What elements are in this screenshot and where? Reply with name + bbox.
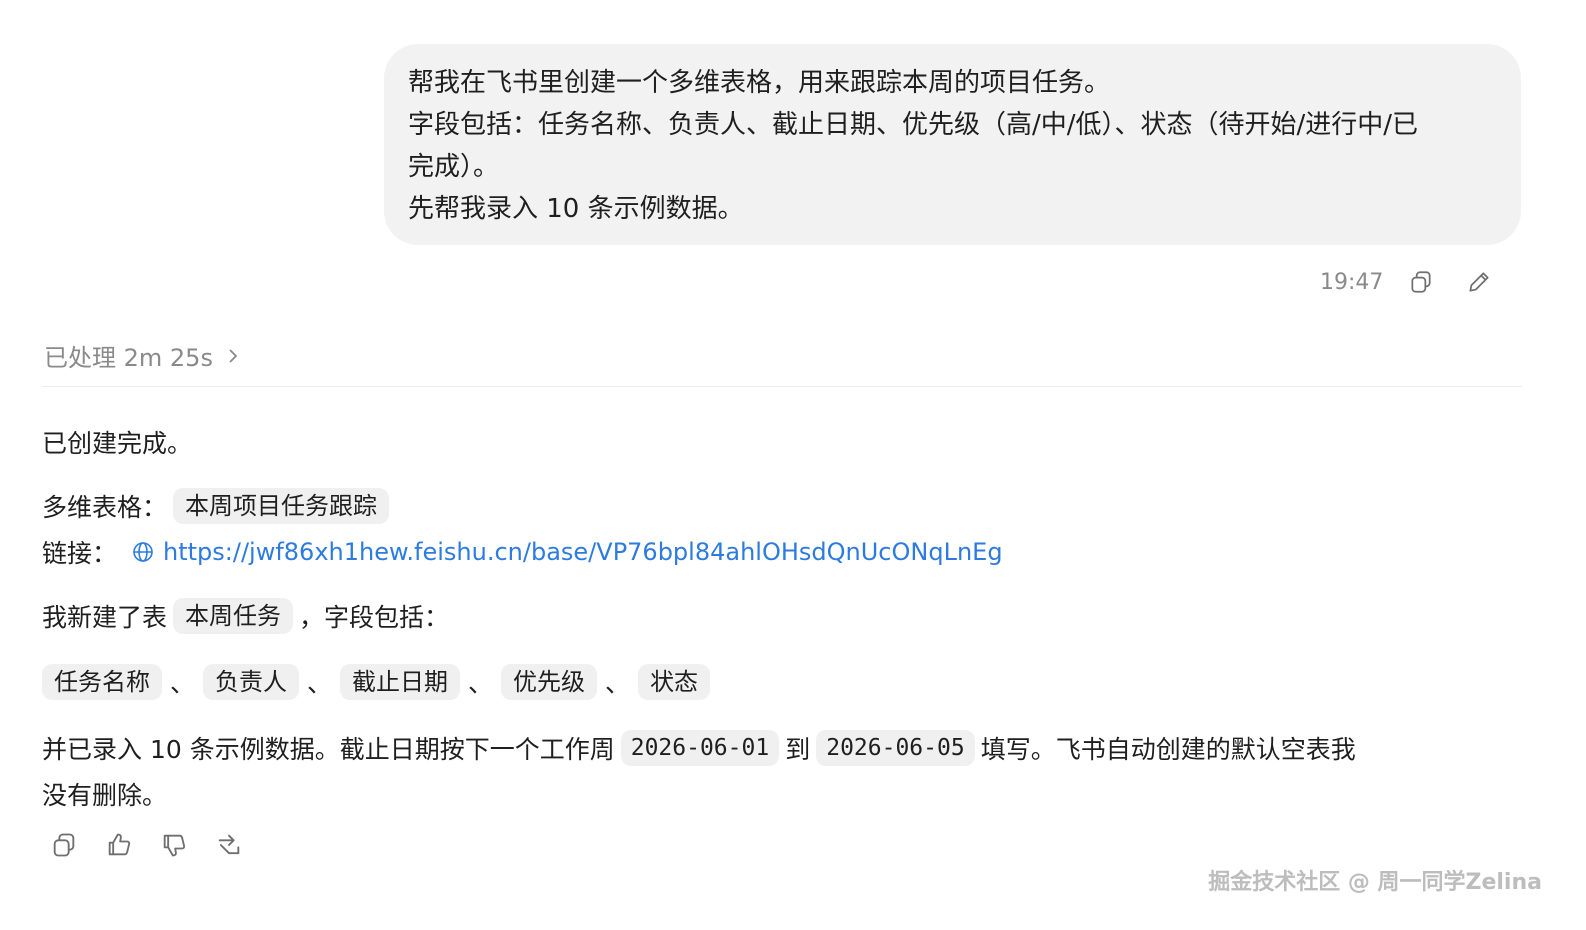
new-table-prefix: 我新建了表: [42, 603, 168, 632]
globe-icon: [133, 542, 153, 562]
processed-label: 已处理 2m 25s: [44, 344, 213, 372]
data-line-suffix: 填写。飞书自动创建的默认空表我: [980, 735, 1356, 764]
data-line-2-text: 没有删除。: [42, 781, 168, 810]
field-chip: 任务名称: [42, 664, 162, 700]
new-table-suffix: ，字段包括：: [299, 603, 450, 632]
table-name-line: 多维表格： 本周项目任务跟踪: [42, 488, 395, 524]
user-message-line: 完成）。: [408, 152, 500, 182]
field-separator: 、: [170, 669, 196, 698]
thumbs-down-icon[interactable]: [160, 830, 188, 860]
message-timestamp: 19:47: [1320, 269, 1384, 295]
date-end-chip: 2026-06-05: [816, 730, 975, 766]
new-table-chip: 本周任务: [173, 598, 294, 634]
table-label: 多维表格：: [42, 493, 168, 522]
processed-toggle[interactable]: 已处理 2m 25s: [44, 338, 241, 373]
divider: [42, 386, 1522, 387]
field-chip: 优先级: [501, 664, 598, 700]
pencil-icon[interactable]: [1464, 267, 1494, 297]
user-message-line: 先帮我录入 10 条示例数据。: [408, 194, 744, 224]
data-line-1: 并已录入 10 条示例数据。截止日期按下一个工作周 2026-06-01 到 2…: [42, 730, 1356, 766]
date-start-chip: 2026-06-01: [620, 730, 780, 766]
new-table-line: 我新建了表 本周任务 ，字段包括：: [42, 598, 449, 634]
fields-line: 任务名称 、 负责人 、 截止日期 、 优先级 、 状态: [36, 664, 716, 700]
link-label: 链接：: [42, 539, 118, 568]
share-icon[interactable]: [215, 830, 243, 860]
table-name-chip: 本周项目任务跟踪: [173, 488, 390, 524]
date-to-text: 到: [785, 735, 811, 764]
user-message-meta: 19:47: [1300, 262, 1520, 302]
watermark: 掘金技术社区 @ 周一同学Zelina: [1208, 870, 1542, 895]
user-message-bubble: 帮我在飞书里创建一个多维表格，用来跟踪本周的项目任务。 字段包括：任务名称、负责…: [384, 44, 1521, 245]
field-chip: 状态: [638, 664, 711, 700]
copy-icon[interactable]: [50, 830, 78, 860]
field-chip: 截止日期: [340, 664, 461, 700]
reply-actions: [50, 830, 243, 860]
data-line-2: 没有删除。: [42, 776, 167, 812]
link-line: 链接： https://jwf86xh1hew.feishu.cn/base/V…: [42, 534, 1003, 570]
field-separator: 、: [468, 669, 494, 698]
data-line-prefix: 并已录入 10 条示例数据。截止日期按下一个工作周: [42, 735, 615, 764]
thumbs-up-icon[interactable]: [105, 830, 133, 860]
field-separator: 、: [605, 669, 631, 698]
user-message-line: 帮我在飞书里创建一个多维表格，用来跟踪本周的项目任务。: [408, 68, 1111, 98]
reply-done-line: 已创建完成。: [42, 424, 192, 460]
base-link[interactable]: https://jwf86xh1hew.feishu.cn/base/VP76b…: [117, 538, 1003, 566]
copy-icon[interactable]: [1406, 267, 1436, 297]
reply-done-text: 已创建完成。: [42, 429, 193, 458]
field-separator: 、: [307, 669, 333, 698]
chevron-right-icon: [229, 348, 238, 363]
base-link-url: https://jwf86xh1hew.feishu.cn/base/VP76b…: [163, 538, 1003, 566]
user-message-line: 字段包括：任务名称、负责人、截止日期、优先级（高/中/低）、状态（待开始/进行中…: [408, 110, 1419, 140]
field-chip: 负责人: [203, 664, 300, 700]
